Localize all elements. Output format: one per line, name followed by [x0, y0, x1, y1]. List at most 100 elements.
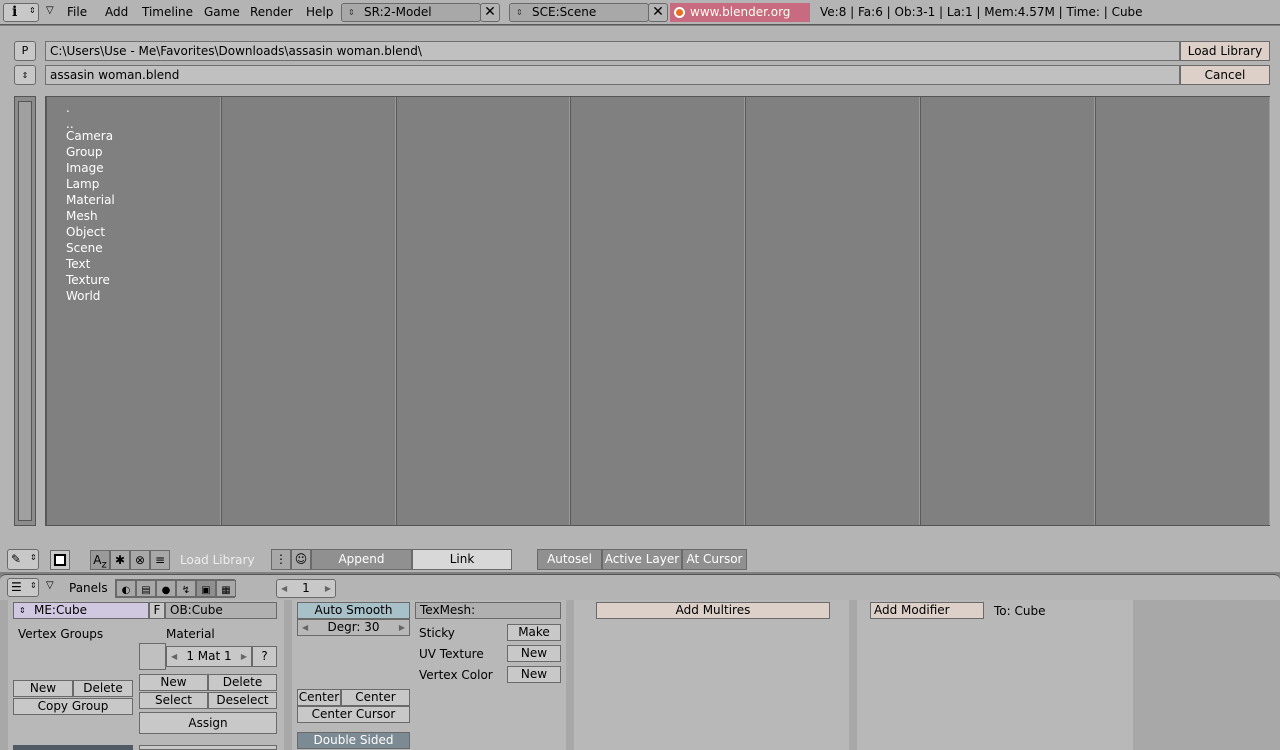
- add-multires-button[interactable]: Add Multires: [596, 602, 830, 619]
- fake-user-button[interactable]: F: [149, 602, 165, 619]
- sticky-make-button[interactable]: Make: [507, 624, 561, 641]
- modifiers-panel: [857, 600, 1133, 750]
- file-item-camera[interactable]: Camera: [66, 129, 113, 143]
- sort-time-icon[interactable]: ✱: [110, 550, 130, 570]
- editing-icon[interactable]: ▣: [196, 580, 216, 597]
- menu-file[interactable]: File: [67, 5, 87, 19]
- script-icon[interactable]: ▤: [136, 580, 156, 597]
- sort-alpha-icon[interactable]: Az: [90, 550, 110, 570]
- menu-add[interactable]: Add: [105, 5, 128, 19]
- material-label: Material: [166, 627, 215, 641]
- material-color-swatch[interactable]: [139, 643, 166, 670]
- scene-selector[interactable]: ⇕ SCE:Scene: [509, 3, 649, 22]
- website-link[interactable]: www.blender.org 245: [670, 3, 810, 38]
- menu-help[interactable]: Help: [306, 5, 333, 19]
- file-column: [745, 97, 920, 525]
- active-layer-toggle[interactable]: Active Layer: [602, 549, 682, 570]
- link-toggle[interactable]: Link: [412, 549, 512, 570]
- file-scrollbar[interactable]: [14, 96, 36, 526]
- copy-group-button[interactable]: Copy Group: [13, 698, 133, 715]
- menu-render[interactable]: Render: [250, 5, 293, 19]
- sort-ext-icon[interactable]: ≡: [150, 550, 170, 570]
- autosel-toggle[interactable]: Autosel: [537, 549, 602, 570]
- buttons-window-icon: ☰: [11, 580, 22, 594]
- object-icon[interactable]: ↯: [176, 580, 196, 597]
- file-item-texture[interactable]: Texture: [66, 273, 110, 287]
- menu-timeline[interactable]: Timeline: [142, 5, 193, 19]
- buttons-window-type-button[interactable]: ☰ ⇕: [7, 578, 39, 597]
- degree-field[interactable]: ◀ Degr: 30 ▶: [297, 619, 410, 636]
- logic-icon[interactable]: ◐: [116, 580, 136, 597]
- mesh-name: ME:Cube: [34, 603, 87, 617]
- recent-dirs-button[interactable]: ⇕: [14, 65, 36, 85]
- material-select-button[interactable]: Select: [139, 692, 208, 709]
- uv-texture-new-button[interactable]: New: [507, 645, 561, 662]
- file-item-mesh[interactable]: Mesh: [66, 209, 98, 223]
- cancel-button[interactable]: Cancel: [1180, 65, 1270, 85]
- close-icon: ✕: [652, 4, 664, 20]
- uv-texture-label: UV Texture: [419, 647, 484, 661]
- material-new-button[interactable]: New: [139, 674, 208, 691]
- file-list: . .. Camera Group Image Lamp Material Me…: [45, 96, 1270, 526]
- material-index-value: 1 Mat 1: [186, 649, 232, 663]
- shading-icon[interactable]: ●: [156, 580, 176, 597]
- sort-size-icon[interactable]: ⊗: [130, 550, 150, 570]
- file-item-image[interactable]: Image: [66, 161, 104, 175]
- ghost-icon[interactable]: ☺: [291, 549, 311, 570]
- scene-icon[interactable]: ▦: [216, 580, 236, 597]
- auto-smooth-toggle[interactable]: Auto Smooth: [297, 602, 410, 619]
- info-window-type-button[interactable]: i ⇕: [3, 3, 39, 22]
- vertex-color-new-button[interactable]: New: [507, 666, 561, 683]
- add-modifier-button[interactable]: Add Modifier: [870, 602, 984, 619]
- updown-arrow-icon: ⇕: [21, 71, 29, 80]
- file-item-lamp[interactable]: Lamp: [66, 177, 99, 191]
- delete-scene-button[interactable]: ✕: [648, 3, 668, 22]
- center-new-button[interactable]: Center New: [341, 689, 410, 719]
- updown-arrow-icon: ⇕: [348, 8, 355, 17]
- center-cursor-button[interactable]: Center Cursor: [297, 706, 410, 723]
- window-type-button[interactable]: ✎ ⇕: [7, 549, 39, 570]
- material-assign-button[interactable]: Assign: [139, 712, 277, 734]
- filename-field[interactable]: assasin woman.blend: [45, 65, 1180, 85]
- material-delete-button[interactable]: Delete: [208, 674, 277, 691]
- collapse-menu-triangle-icon[interactable]: ▽: [46, 580, 54, 591]
- frame-field[interactable]: ◀ 1 ▶: [276, 579, 336, 598]
- screen-name: SR:2-Model: [364, 5, 432, 19]
- parent-dir-button[interactable]: P: [14, 41, 36, 61]
- screen-selector[interactable]: ⇕ SR:2-Model: [341, 3, 481, 22]
- collapse-menu-triangle-icon[interactable]: ▽: [46, 5, 54, 16]
- file-column: [570, 97, 745, 525]
- material-deselect-button[interactable]: Deselect: [208, 692, 277, 709]
- menu-game[interactable]: Game: [204, 5, 240, 19]
- at-cursor-toggle[interactable]: At Cursor: [682, 549, 747, 570]
- object-name-field[interactable]: OB:Cube: [165, 602, 277, 619]
- file-item-current[interactable]: .: [66, 101, 70, 115]
- file-item-scene[interactable]: Scene: [66, 241, 103, 255]
- file-column: [920, 97, 1095, 525]
- texmesh-field[interactable]: TexMesh:: [415, 602, 561, 619]
- material-index-field[interactable]: ◀ 1 Mat 1 ▶: [166, 646, 252, 667]
- vgroup-delete-button[interactable]: Delete: [73, 680, 133, 697]
- mesh-name-field[interactable]: ⇕ ME:Cube: [13, 602, 149, 619]
- file-item-object[interactable]: Object: [66, 225, 105, 239]
- center-button[interactable]: Center: [297, 689, 341, 706]
- fullscreen-toggle[interactable]: [50, 550, 70, 570]
- left-arrow-icon: ◀: [281, 584, 288, 593]
- delete-screen-button[interactable]: ✕: [480, 3, 500, 22]
- file-item-group[interactable]: Group: [66, 145, 103, 159]
- path-field[interactable]: C:\Users\Use - Me\Favorites\Downloads\as…: [45, 41, 1180, 61]
- file-column: [221, 97, 396, 525]
- append-toggle[interactable]: Append: [311, 549, 412, 570]
- long-list-icon[interactable]: ⋮: [271, 549, 291, 570]
- load-library-button[interactable]: Load Library: [1180, 41, 1270, 61]
- file-item-world[interactable]: World: [66, 289, 100, 303]
- file-item-text[interactable]: Text: [66, 257, 90, 271]
- blender-logo-icon: [674, 7, 685, 18]
- material-button-edge: [139, 745, 277, 750]
- info-icon: i: [12, 4, 18, 20]
- material-query-button[interactable]: ?: [252, 646, 277, 667]
- scrollbar-thumb[interactable]: [18, 101, 32, 521]
- file-item-material[interactable]: Material: [66, 193, 115, 207]
- vgroup-new-button[interactable]: New: [13, 680, 73, 697]
- double-sided-toggle[interactable]: Double Sided: [297, 732, 410, 749]
